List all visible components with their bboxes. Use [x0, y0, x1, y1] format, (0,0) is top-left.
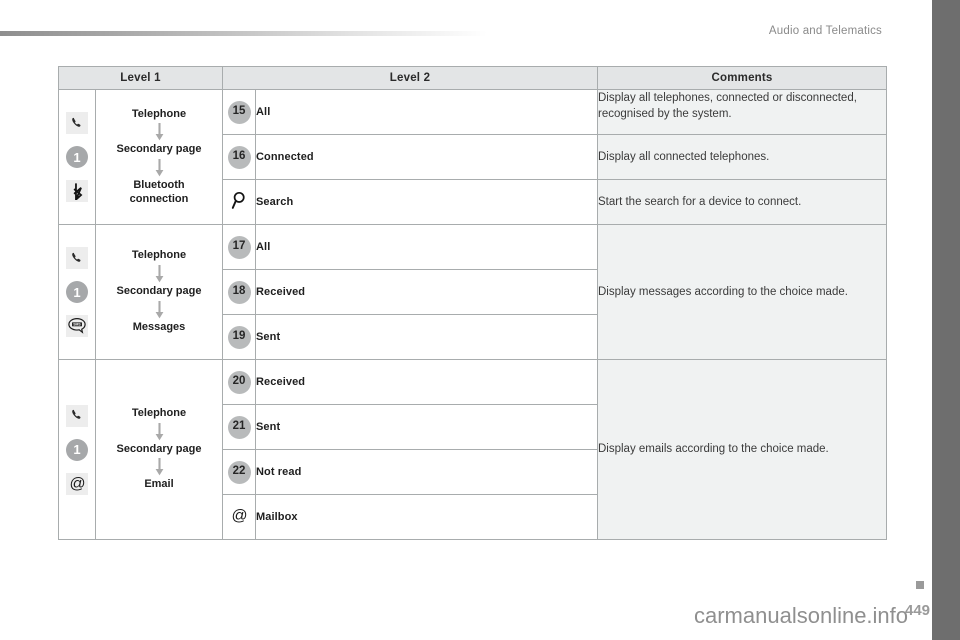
column-header-comments: Comments [597, 66, 887, 90]
callout-badge: 16 [227, 145, 251, 169]
level1-flow-cell: Telephone Secondary page Messages [95, 224, 223, 360]
level2-badge-cell: 21 [222, 404, 256, 450]
column-header-level1: Level 1 [58, 66, 223, 90]
level2-badge-cell [222, 179, 256, 225]
svg-text:@: @ [231, 507, 247, 524]
comment-cell: Display all connected telephones. [597, 134, 887, 180]
level1-icon-stack-cell: 1 @ [58, 359, 96, 540]
callout-badge: 20 [227, 370, 251, 394]
level-badge-icon: 1 [66, 438, 88, 461]
callout-badge: 19 [227, 325, 251, 349]
level2-badge-cell: 18 [222, 269, 256, 315]
menu-flow: Telephone Secondary page Bluetooth connecti… [96, 104, 222, 211]
icon-stack: 1 [59, 112, 95, 202]
comment-cell: Display messages according to the choice… [597, 224, 887, 360]
level2-label-cell: Received [255, 269, 598, 315]
comment-cell: Start the search for a device to connect… [597, 179, 887, 225]
page-edge-bar [932, 0, 960, 640]
level2-label-cell: Received [255, 359, 598, 405]
level2-label-cell: Sent [255, 404, 598, 450]
search-icon [228, 189, 251, 212]
level2-label-cell: All [255, 89, 598, 135]
level2-label-cell: Connected [255, 134, 598, 180]
svg-text:SMS: SMS [73, 323, 81, 327]
flow-step: Messages [132, 320, 186, 333]
table-body: 1 Telephone Secondary page Bluetooth connect… [58, 89, 887, 540]
level2-badge-cell: 20 [222, 359, 256, 405]
comment-cell: Display emails according to the choice m… [597, 359, 887, 540]
column-header-level2: Level 2 [222, 66, 598, 90]
table-row: 1 Telephone Secondary page Bluetooth connect… [58, 89, 887, 225]
level1-flow-cell: Telephone Secondary page Email [95, 359, 223, 540]
level2-label-cell: Sent [255, 314, 598, 360]
svg-text:@: @ [69, 475, 85, 492]
footer-marker-square [916, 581, 924, 589]
level2-label-cell: All [255, 224, 598, 270]
table-header-row: Level 1 Level 2 Comments [58, 66, 887, 90]
level2-label-cell: Not read [255, 449, 598, 495]
menu-structure-table-container: Level 1 Level 2 Comments 1 Telephone Secon… [58, 66, 887, 540]
phone-handset-icon [66, 112, 88, 134]
table-row: 1 @ Telephone Secondary page Email 20 Received… [58, 359, 887, 540]
flow-step: Secondary page [116, 143, 202, 156]
level1-flow-cell: Telephone Secondary page Bluetooth connecti… [95, 89, 223, 225]
icon-stack: 1 @ [59, 404, 95, 495]
page-header-title: Audio and Telematics [768, 25, 882, 37]
at-sign-icon: @ [228, 504, 251, 527]
sms-bubble-icon: SMS [66, 315, 88, 337]
level2-badge-cell: 22 [222, 449, 256, 495]
level1-icon-stack-cell: 1 [58, 89, 96, 225]
page-number: 449 [905, 602, 931, 619]
flow-step: Telephone [131, 107, 187, 120]
level2-badge-cell: @ [222, 494, 256, 540]
table-row: 1 SMS Telephone Secondary page Messages 17 All… [58, 224, 887, 360]
flow-step: Email [144, 478, 174, 491]
callout-badge: 22 [227, 460, 251, 484]
flow-step: Secondary page [116, 442, 202, 455]
at-sign-icon: @ [66, 472, 88, 495]
flow-step: Bluetooth connection [129, 179, 189, 205]
icon-stack: 1 SMS [59, 247, 95, 337]
comment-cell: Display all telephones, connected or dis… [597, 89, 887, 135]
flow-step: Telephone [131, 249, 187, 262]
watermark-text: carmanualsonline.info [694, 603, 909, 628]
phone-handset-icon [66, 404, 88, 427]
level2-label-cell: Search [255, 179, 598, 225]
flow-step: Telephone [131, 406, 187, 419]
phone-handset-icon [66, 247, 88, 269]
callout-badge: 17 [227, 235, 251, 259]
callout-badge: 15 [227, 100, 251, 124]
level-badge-icon: 1 [66, 281, 88, 303]
level1-icon-stack-cell: 1 SMS [58, 224, 96, 360]
level2-badge-cell: 15 [222, 89, 256, 135]
menu-structure-table: Level 1 Level 2 Comments 1 Telephone Secon… [58, 66, 887, 540]
level2-badge-cell: 19 [222, 314, 256, 360]
level2-badge-cell: 16 [222, 134, 256, 180]
bluetooth-icon [66, 180, 88, 202]
level2-label-cell: Mailbox [255, 494, 598, 540]
level-badge-icon: 1 [66, 146, 88, 168]
menu-flow: Telephone Secondary page Email [96, 403, 222, 496]
callout-badge: 21 [227, 415, 251, 439]
menu-flow: Telephone Secondary page Messages [96, 245, 222, 338]
level2-badge-cell: 17 [222, 224, 256, 270]
flow-step: Secondary page [116, 285, 202, 298]
callout-badge: 18 [227, 280, 251, 304]
